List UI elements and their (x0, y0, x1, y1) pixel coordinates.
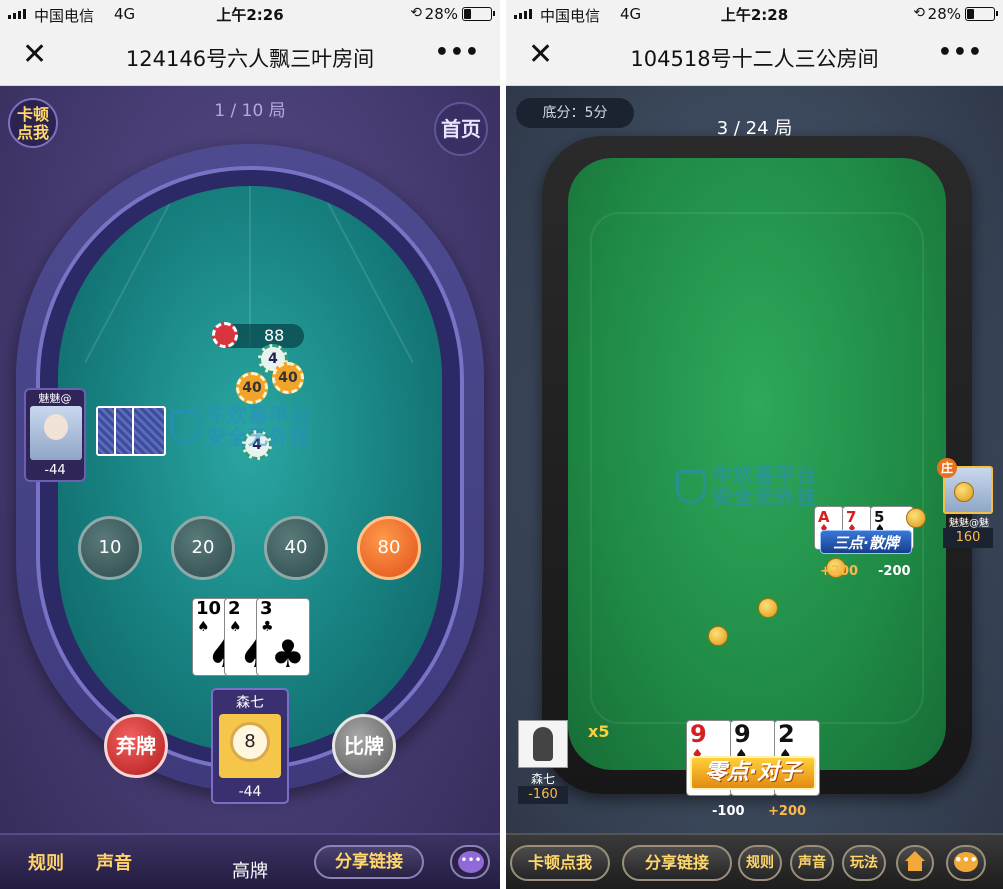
opponent-seat[interactable]: 魅魅@ -44 (24, 388, 86, 482)
chat-button[interactable]: ••• (946, 845, 986, 881)
battery-percent: 28% (424, 5, 458, 23)
home-button[interactable]: 首页 (434, 102, 488, 156)
banker-gain: +200 (820, 564, 859, 579)
self-score: -160 (518, 786, 568, 804)
self-seat[interactable]: 森七 -160 (518, 720, 568, 804)
gameplay-button[interactable]: 玩法 (842, 845, 886, 881)
self-score: -44 (238, 784, 262, 800)
coin-icon (758, 598, 778, 618)
lag-help-button[interactable]: 卡顿点我 (510, 845, 610, 881)
avatar (30, 406, 82, 460)
sound-button[interactable]: 声音 (790, 845, 834, 881)
self-name: 森七 (530, 772, 555, 786)
rotation-lock-icon: ⟲ (410, 5, 422, 21)
card-rank: 9 (690, 720, 707, 748)
status-bar: 中国电信 4G 上午2:26 ⟲ 28% (0, 0, 500, 28)
round-counter: 1 / 10 局 (214, 101, 286, 121)
chip: 40 (236, 372, 268, 404)
rules-button[interactable]: 规则 (738, 845, 782, 881)
coin-icon (954, 482, 974, 502)
self-gain: +200 (768, 804, 807, 819)
coin-icon (906, 508, 926, 528)
left-phone-screen: 中国电信 4G 上午2:26 ⟲ 28% ✕ 124146号六人飘三叶房间 ••… (0, 0, 500, 889)
banker-hand-banner: 三点·散牌 (820, 530, 912, 554)
shield-icon (170, 410, 200, 444)
close-icon[interactable]: ✕ (22, 40, 47, 70)
card-rank: 10 (196, 598, 222, 619)
player-card: 3 ♣ ♣ (256, 598, 310, 676)
ball-8-icon: 8 (230, 722, 270, 762)
card-suit-large: ♣ (270, 632, 305, 676)
bet-20-button[interactable]: 20 (171, 516, 235, 580)
shield-icon (676, 470, 706, 504)
battery-percent: 28% (927, 5, 961, 23)
share-link-button[interactable]: 分享链接 (314, 845, 424, 879)
bottom-toolbar: 规则 声音 高牌 分享链接 ••• (0, 833, 500, 889)
banker-result: -200 (878, 564, 911, 579)
chip: 40 (272, 362, 304, 394)
coin-icon (708, 626, 728, 646)
fold-button[interactable]: 弃牌 (104, 714, 168, 778)
card-rank: 2 (228, 598, 241, 619)
self-hand-banner: 零点·对子 (690, 756, 816, 790)
card-rank: 9 (734, 720, 751, 748)
bet-40-button[interactable]: 40 (264, 516, 328, 580)
watermark-line: 安全无外挂 (206, 425, 311, 449)
opponent-score: -44 (44, 463, 66, 478)
status-bar: 中国电信 4G 上午2:28 ⟲ 28% (506, 0, 1003, 28)
banker-seat[interactable]: 庄 魅魅@魅 160 (937, 458, 993, 550)
nav-bar: ✕ 124146号六人飘三叶房间 ••• (0, 28, 500, 86)
home-icon (905, 851, 925, 873)
home-button[interactable] (896, 845, 934, 881)
watermark-line: 牛欢喜平台 (206, 403, 311, 427)
banker-name: 魅魅@魅 (949, 518, 989, 529)
banker-tag: 庄 (937, 458, 957, 478)
right-phone-screen: 中国电信 4G 上午2:28 ⟲ 28% ✕ 104518号十二人三公房间 ••… (506, 0, 1003, 889)
hand-type-label: 高牌 (232, 861, 268, 882)
game-area: 卡顿点我 1 / 10 局 首页 88 4 40 40 4 牛欢喜平台 安全无外… (0, 86, 500, 889)
bet-multiplier: x5 (588, 722, 610, 741)
battery-icon (462, 7, 495, 21)
pot-chip-icon (212, 322, 238, 348)
chat-bubble-icon: ••• (954, 852, 978, 872)
game-area: 底分：5分 3 / 24 局 牛欢喜平台 安全无外挂 庄 魅魅@魅 160 A … (506, 86, 1003, 889)
chat-button[interactable]: ••• (450, 845, 490, 879)
page-title: 124146号六人飘三叶房间 (125, 47, 375, 71)
self-loss: -100 (712, 804, 745, 819)
round-counter: 3 / 24 局 (716, 118, 793, 139)
card-rank: 2 (778, 720, 795, 748)
close-icon[interactable]: ✕ (528, 40, 553, 70)
rotation-lock-icon: ⟲ (913, 5, 925, 21)
compare-button[interactable]: 比牌 (332, 714, 396, 778)
self-avatar-frame: 8 (219, 714, 281, 778)
bet-10-button[interactable]: 10 (78, 516, 142, 580)
card-rank: 3 (260, 598, 273, 619)
more-menu-icon[interactable]: ••• (435, 40, 480, 65)
watermark-line: 牛欢喜平台 (712, 463, 817, 487)
banker-score: 160 (943, 528, 993, 548)
nav-bar: ✕ 104518号十二人三公房间 ••• (506, 28, 1003, 86)
self-seat: 森七 8 -44 (211, 688, 289, 804)
more-menu-icon[interactable]: ••• (938, 40, 983, 65)
page-title: 104518号十二人三公房间 (630, 47, 879, 71)
watermark-line: 安全无外挂 (712, 485, 817, 509)
avatar (518, 720, 568, 768)
chat-bubble-icon: ••• (458, 851, 484, 873)
bottom-toolbar: 卡顿点我 分享链接 规则 声音 玩法 ••• (506, 833, 1003, 889)
opponent-name: 魅魅@ (38, 392, 72, 405)
bet-80-button[interactable]: 80 (357, 516, 421, 580)
battery-icon (965, 7, 998, 21)
share-link-button[interactable]: 分享链接 (622, 845, 732, 881)
self-name: 森七 (236, 695, 264, 711)
face-down-card (132, 406, 166, 456)
